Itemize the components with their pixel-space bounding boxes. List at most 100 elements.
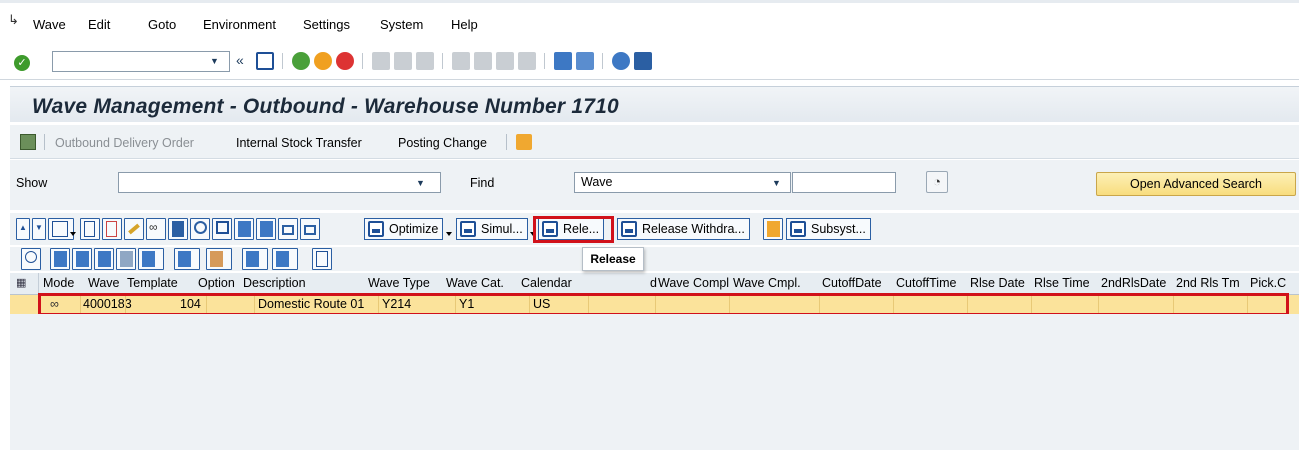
find-icon [394, 52, 412, 70]
find-icon[interactable] [94, 248, 114, 270]
refresh-icon[interactable] [190, 218, 210, 240]
create-session-icon[interactable] [554, 52, 572, 70]
release-tooltip: Release [582, 247, 644, 271]
search-execute-icon[interactable]: ◔ [926, 171, 948, 193]
find-next-icon[interactable] [116, 248, 136, 270]
toolbar-separator [544, 53, 545, 69]
scroll-up-icon[interactable]: ▲ [16, 218, 30, 240]
command-dropdown-icon[interactable]: ▼ [210, 56, 220, 66]
toolbar-separator [602, 53, 603, 69]
enter-checkmark-icon[interactable]: ✓ [14, 55, 30, 71]
column-header[interactable]: Mode [43, 276, 74, 290]
column-header[interactable]: Description [243, 276, 306, 290]
internal-stock-transfer-button[interactable]: Internal Stock Transfer [236, 136, 362, 150]
exit-icon[interactable] [314, 52, 332, 70]
column-header[interactable]: Calendar [521, 276, 572, 290]
alv-toolbar: ▲ ▼ ∞ Optimize Simul... Rele... Release … [10, 213, 1299, 245]
outbound-delivery-order-button[interactable]: Outbound Delivery Order [55, 136, 194, 150]
posting-change-button[interactable]: Posting Change [398, 136, 487, 150]
customize-layout-icon[interactable] [634, 52, 652, 70]
person-list-icon[interactable] [20, 134, 36, 150]
column-header[interactable]: Wave Cat. [446, 276, 504, 290]
help-icon[interactable] [612, 52, 630, 70]
column-header[interactable]: Wave Cmpl. [733, 276, 801, 290]
sort-ascending-icon[interactable] [50, 248, 70, 270]
subsystem-button[interactable]: Subsyst... [786, 218, 871, 240]
column-header[interactable]: Template [127, 276, 178, 290]
first-page-icon [452, 52, 470, 70]
column-header[interactable]: Wave Type [368, 276, 430, 290]
collapse-icon[interactable]: « [236, 52, 244, 68]
show-dropdown[interactable] [118, 172, 441, 193]
menu-help[interactable]: Help [451, 17, 478, 32]
alv-toolbar-row2 [10, 247, 1299, 271]
release-withdraw-button[interactable]: Release Withdra... [617, 218, 750, 240]
column-header[interactable]: 2ndRlsDate [1101, 276, 1166, 290]
new-document-icon[interactable] [80, 218, 100, 240]
optimize-button[interactable]: Optimize [364, 218, 444, 240]
search-row: Show ▼ Find Wave ▼ ◔ Open Advanced Searc… [10, 160, 1299, 210]
delete-trash-icon[interactable] [168, 218, 188, 240]
scroll-down-icon[interactable]: ▼ [32, 218, 46, 240]
back-icon[interactable] [292, 52, 310, 70]
find-next-icon [416, 52, 434, 70]
print-preview-icon[interactable] [312, 248, 332, 270]
column-header[interactable]: Rlse Date [970, 276, 1025, 290]
column-header[interactable]: Wave Compl [658, 276, 729, 290]
toolbar-separator [362, 53, 363, 69]
previous-page-icon [474, 52, 492, 70]
simulate-button[interactable]: Simul... [456, 218, 528, 240]
column-header[interactable]: CutoffDate [822, 276, 882, 290]
menu-edit[interactable]: Edit [88, 17, 110, 32]
filter-icon[interactable] [138, 248, 164, 270]
grid-body [10, 314, 1299, 450]
menu-goto[interactable]: Goto [148, 17, 176, 32]
show-dropdown-arrow-icon[interactable]: ▼ [416, 178, 425, 188]
lock-icon[interactable] [278, 218, 298, 240]
column-header[interactable]: 2nd Rls Tm [1176, 276, 1240, 290]
split-icon[interactable] [234, 218, 254, 240]
standard-toolbar: ✓ ▼ « [0, 46, 1299, 80]
column-header[interactable]: Wave [88, 276, 120, 290]
display-glasses-icon[interactable]: ∞ [146, 218, 166, 240]
scroll-icon[interactable] [516, 134, 532, 150]
find-dropdown[interactable]: Wave [574, 172, 791, 193]
cancel-icon[interactable] [336, 52, 354, 70]
menu-settings[interactable]: Settings [303, 17, 350, 32]
edit-pencil-icon[interactable] [124, 218, 144, 240]
select-all-icon[interactable]: ▦ [16, 276, 26, 289]
subtotals-icon[interactable] [206, 248, 232, 270]
create-shortcut-icon[interactable] [576, 52, 594, 70]
layout-icon[interactable] [272, 248, 298, 270]
detail-view-icon[interactable] [21, 248, 41, 270]
menu-wave[interactable]: Wave [33, 17, 66, 32]
column-header[interactable]: Rlse Time [1034, 276, 1090, 290]
menu-environment[interactable]: Environment [203, 17, 276, 32]
menu-system[interactable]: System [380, 17, 423, 32]
command-field[interactable] [52, 51, 230, 72]
column-header[interactable]: d [650, 276, 657, 290]
application-toolbar: Outbound Delivery Order Internal Stock T… [10, 125, 1299, 159]
open-advanced-search-button[interactable]: Open Advanced Search [1096, 172, 1296, 196]
optimize-menu-icon[interactable] [446, 232, 452, 237]
find-input[interactable] [792, 172, 896, 193]
exit-menu-icon[interactable]: ↳ [8, 12, 24, 27]
grid-header: ▦ Mode Wave Template Option Description … [10, 273, 1299, 295]
export-icon[interactable] [242, 248, 268, 270]
save-icon[interactable] [256, 52, 274, 70]
column-header[interactable]: CutoffTime [896, 276, 956, 290]
toolbar-separator [282, 53, 283, 69]
details-menu-icon[interactable] [70, 232, 76, 237]
unlock-icon[interactable] [300, 218, 320, 240]
merge-icon[interactable] [256, 218, 276, 240]
scroll-icon[interactable] [763, 218, 783, 240]
find-dropdown-arrow-icon[interactable]: ▼ [772, 178, 781, 188]
sort-descending-icon[interactable] [72, 248, 92, 270]
sum-icon[interactable] [174, 248, 200, 270]
print-icon [372, 52, 390, 70]
column-header[interactable]: Option [198, 276, 235, 290]
column-header[interactable]: Pick.C [1250, 276, 1286, 290]
copy-document-icon[interactable] [102, 218, 122, 240]
row-highlight [38, 293, 1289, 316]
save-layout-icon[interactable] [212, 218, 232, 240]
